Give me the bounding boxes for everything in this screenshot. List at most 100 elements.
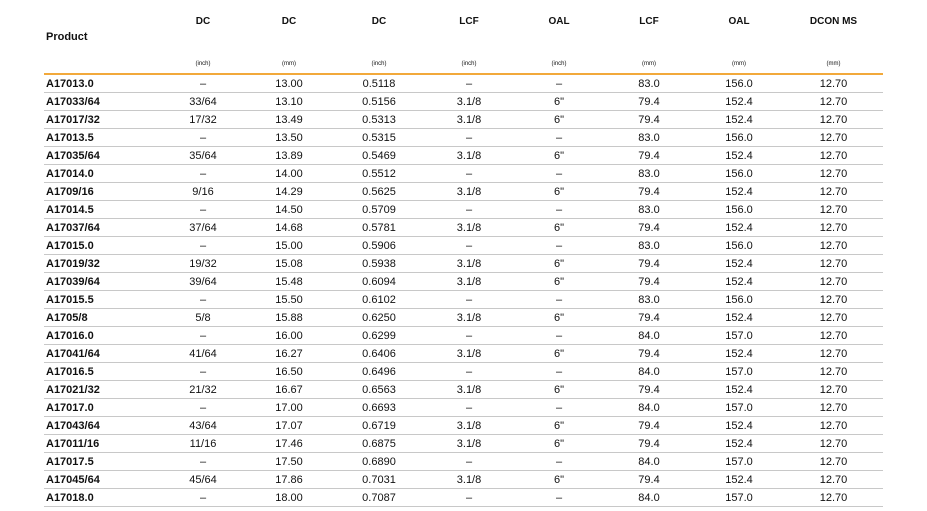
cell-lcf-inch: – [424,398,514,417]
cell-dc-decimal: 0.5315 [334,128,424,147]
cell-lcf-mm: 79.4 [604,110,694,129]
cell-oal-mm: 156.0 [694,164,784,183]
cell-oal-inch: 6" [514,344,604,363]
cell-dc-inch: – [162,488,244,507]
cell-product-code: A17035/64 [44,146,162,165]
cell-oal-mm: 157.0 [694,452,784,471]
cell-product-code: A17017.0 [44,398,162,417]
table-row: A17015.0–15.00 0.5906– –83.0 156.0 12.70 [44,236,883,255]
cell-dc-inch: – [162,128,244,147]
cell-oal-mm: 156.0 [694,200,784,219]
table-row: A17014.0–14.00 0.5512– –83.0 156.0 12.70 [44,164,883,183]
cell-oal-inch: – [514,128,604,147]
cell-oal-inch: – [514,74,604,93]
cell-dc-decimal: 0.5625 [334,182,424,201]
cell-oal-inch: 6" [514,182,604,201]
cell-oal-inch: 6" [514,146,604,165]
cell-product-code: A17039/64 [44,272,162,291]
cell-lcf-inch: 3.1/8 [424,308,514,327]
cell-lcf-inch: 3.1/8 [424,380,514,399]
cell-oal-inch: 6" [514,218,604,237]
table-row: A17019/32 19/32 15.08 0.5938 3.1/8 6" 79.4 152.… [44,254,883,273]
table-row: A17035/64 35/64 13.89 0.5469 3.1/8 6" 79.4 152.… [44,146,883,165]
cell-dc-mm: 14.50 [244,200,334,219]
cell-lcf-inch: – [424,236,514,255]
cell-dc-decimal: 0.6563 [334,380,424,399]
cell-oal-mm: 152.4 [694,434,784,453]
cell-dc-decimal: 0.5313 [334,110,424,129]
cell-lcf-mm: 79.4 [604,380,694,399]
cell-oal-inch: 6" [514,380,604,399]
cell-oal-inch: 6" [514,254,604,273]
cell-lcf-mm: 84.0 [604,398,694,417]
cell-dc-mm: 16.27 [244,344,334,363]
header-product: Product [46,31,88,43]
cell-dc-inch: 11/16 [162,434,244,453]
cell-oal-mm: 152.4 [694,308,784,327]
cell-lcf-mm: 79.4 [604,416,694,435]
cell-dc-decimal: 0.5781 [334,218,424,237]
cell-dc-decimal: 0.5938 [334,254,424,273]
cell-oal-inch: 6" [514,110,604,129]
cell-dcon-ms: 12.70 [784,452,883,471]
cell-dcon-ms: 12.70 [784,488,883,507]
cell-lcf-mm: 79.4 [604,254,694,273]
cell-dc-mm: 17.50 [244,452,334,471]
cell-product-code: A17013.0 [44,74,162,93]
cell-oal-mm: 157.0 [694,398,784,417]
cell-lcf-inch: 3.1/8 [424,416,514,435]
cell-dcon-ms: 12.70 [784,200,883,219]
cell-oal-inch: 6" [514,434,604,453]
header-oal-mm: OAL [728,16,750,27]
unit-oal-mm: (mm) [694,54,784,75]
cell-dc-mm: 14.00 [244,164,334,183]
cell-lcf-mm: 83.0 [604,164,694,183]
cell-product-code: A17016.0 [44,326,162,345]
cell-product-code: A17041/64 [44,344,162,363]
cell-dcon-ms: 12.70 [784,308,883,327]
cell-dc-decimal: 0.6496 [334,362,424,381]
cell-dc-mm: 13.10 [244,92,334,111]
cell-product-code: A17019/32 [44,254,162,273]
cell-oal-inch: – [514,290,604,309]
header-dc-mm: DC [281,16,297,27]
cell-dcon-ms: 12.70 [784,290,883,309]
cell-product-code: A17033/64 [44,92,162,111]
table-row: A17013.5–13.50 0.5315– –83.0 156.0 12.70 [44,128,883,147]
cell-lcf-inch: 3.1/8 [424,110,514,129]
cell-dcon-ms: 12.70 [784,74,883,93]
cell-lcf-inch: 3.1/8 [424,470,514,489]
cell-dc-inch: – [162,290,244,309]
table-row: A17037/64 37/64 14.68 0.5781 3.1/8 6" 79.4 152.… [44,218,883,237]
cell-lcf-inch: – [424,326,514,345]
table-row: A1705/8 5/8 15.88 0.6250 3.1/8 6" 79.4 152.4 12.… [44,308,883,327]
cell-dc-inch: 9/16 [162,182,244,201]
table-row: A17014.5–14.50 0.5709– –83.0 156.0 12.70 [44,200,883,219]
cell-dc-inch: 41/64 [162,344,244,363]
cell-dc-mm: 13.49 [244,110,334,129]
cell-product-code: A17021/32 [44,380,162,399]
cell-oal-mm: 152.4 [694,218,784,237]
cell-oal-mm: 152.4 [694,110,784,129]
cell-dcon-ms: 12.70 [784,470,883,489]
cell-lcf-mm: 84.0 [604,452,694,471]
cell-oal-inch: – [514,164,604,183]
cell-dcon-ms: 12.70 [784,218,883,237]
cell-dc-inch: – [162,362,244,381]
cell-oal-mm: 152.4 [694,182,784,201]
table-row: A1709/16 9/16 14.29 0.5625 3.1/8 6" 79.4 152.4 1… [44,182,883,201]
cell-oal-mm: 152.4 [694,254,784,273]
cell-dcon-ms: 12.70 [784,434,883,453]
cell-dc-mm: 17.46 [244,434,334,453]
cell-dcon-ms: 12.70 [784,326,883,345]
table-row: A17016.5–16.50 0.6496– –84.0 157.0 12.70 [44,362,883,381]
cell-dc-decimal: 0.6094 [334,272,424,291]
cell-oal-mm: 152.4 [694,146,784,165]
cell-lcf-inch: 3.1/8 [424,434,514,453]
cell-oal-mm: 157.0 [694,362,784,381]
unit-dcon-ms: (mm) [784,54,883,75]
cell-product-code: A17045/64 [44,470,162,489]
cell-lcf-mm: 79.4 [604,92,694,111]
cell-dc-decimal: 0.5512 [334,164,424,183]
cell-product-code: A17013.5 [44,128,162,147]
